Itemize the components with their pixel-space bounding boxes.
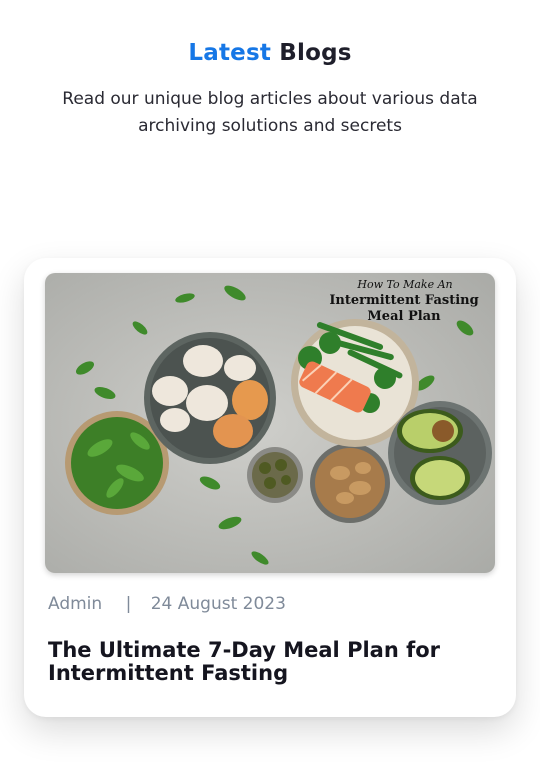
image-caption-line2: Intermittent Fasting xyxy=(329,293,478,308)
section-title: Latest Blogs xyxy=(0,40,540,66)
section-title-accent: Latest xyxy=(188,40,272,66)
post-author[interactable]: Admin xyxy=(48,594,102,614)
section-title-rest: Blogs xyxy=(279,40,352,66)
meal-plan-image: How To Make An Intermittent Fasting Meal… xyxy=(45,273,495,573)
section-subtitle: Read our unique blog articles about vari… xyxy=(62,89,478,136)
image-caption-line3: Meal Plan xyxy=(367,309,441,324)
meta-separator: | xyxy=(125,594,132,614)
blog-thumbnail[interactable]: How To Make An Intermittent Fasting Meal… xyxy=(45,273,495,573)
blog-card[interactable]: How To Make An Intermittent Fasting Meal… xyxy=(24,258,516,717)
post-title[interactable]: The Ultimate 7-Day Meal Plan for Intermi… xyxy=(48,639,488,685)
post-meta: Admin | 24 August 2023 xyxy=(48,594,286,614)
image-caption-line1: How To Make An xyxy=(356,278,452,291)
post-date: 24 August 2023 xyxy=(150,594,286,614)
